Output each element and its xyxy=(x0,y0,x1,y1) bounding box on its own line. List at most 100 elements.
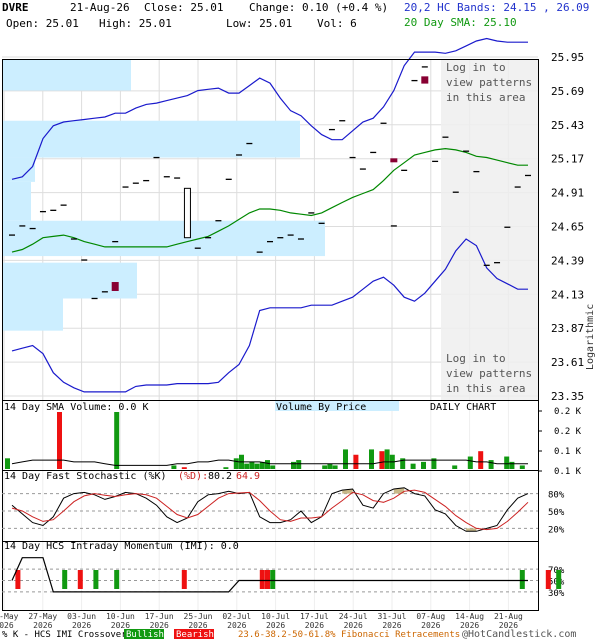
x-tick-year: 2026 xyxy=(421,621,440,630)
volume-bar xyxy=(369,449,374,469)
bullish-crossover-bar xyxy=(62,570,68,589)
hc-bands: 20,2 HC Bands: 24.15 , 26.09 xyxy=(404,1,590,14)
x-tick-date: 20-May xyxy=(0,612,19,621)
vbp-bar xyxy=(3,298,63,331)
volume-tick-label: 0.1 K xyxy=(554,447,582,457)
login-bottom-line-1: Log in to xyxy=(446,352,506,365)
stoch-title: 14 Day Fast Stochastic (%K) xyxy=(4,471,167,482)
stoch-tick-label: 50% xyxy=(548,508,565,518)
stoch-tick-label: 80% xyxy=(548,491,565,501)
imi-tick-label: 30% xyxy=(548,589,565,599)
volume-bar xyxy=(343,449,348,469)
x-tick-date: 02-Jul xyxy=(222,612,251,621)
x-tick-year: 2026 xyxy=(460,621,479,630)
bearish-crossover-bar xyxy=(15,570,21,589)
vbp-bar xyxy=(3,220,325,257)
x-tick-year: 2026 xyxy=(227,621,246,630)
login-top-line-3: in this area xyxy=(446,91,525,104)
volume-bar xyxy=(410,463,416,469)
x-tick-year: 2026 xyxy=(72,621,91,630)
volume-bar xyxy=(270,465,276,469)
volume-bar xyxy=(265,460,270,469)
bullish-crossover-bar xyxy=(270,570,276,589)
stochastic-panel: 14 Day Fast Stochastic (%K) (%D): 80.2 6… xyxy=(4,471,260,482)
bearish-label: Bearish xyxy=(176,630,214,640)
login-bottom-line-2: view patterns xyxy=(446,367,532,380)
bullish-crossover-bar xyxy=(556,570,562,589)
candle xyxy=(111,282,119,291)
bearish-crossover-bar xyxy=(265,570,270,589)
x-tick-year: 2026 xyxy=(111,621,130,630)
x-tick-year: 2026 xyxy=(305,621,324,630)
x-tick-date: 10-Jun xyxy=(106,612,135,621)
volume-by-price-bars xyxy=(3,60,325,331)
high-value: High: 25.01 xyxy=(99,17,172,30)
volume-tick-label: 0.2 K xyxy=(554,407,582,417)
price-tick-label: 24.91 xyxy=(551,187,584,200)
x-tick-date: 07-Aug xyxy=(416,612,445,621)
x-tick-date: 27-May xyxy=(28,612,57,621)
copyright-label: @HotCandlestick.com xyxy=(462,629,576,640)
sma-value: 20 Day SMA: 25.10 xyxy=(404,16,517,29)
volume-bar xyxy=(467,456,473,469)
vbp-bar xyxy=(3,120,300,158)
volume-bar xyxy=(171,465,177,469)
crossover-legend: % K - HCS IMI Crossover, xyxy=(2,630,132,640)
imi-panel: 14 Day HCS Intraday Momentum (IMI): 0.0 xyxy=(4,541,239,552)
volume-bar xyxy=(249,461,255,469)
x-tick-date: 17-Jun xyxy=(145,612,174,621)
price-tick-label: 23.35 xyxy=(551,390,584,403)
bullish-crossover-bar xyxy=(93,570,99,589)
volume-bar xyxy=(291,461,296,469)
volume-bar xyxy=(296,460,302,469)
price-tick-label: 24.13 xyxy=(551,288,584,301)
volume-bar xyxy=(114,412,120,469)
volume-bar xyxy=(332,465,338,469)
vbp-bar xyxy=(3,262,137,299)
volume-bar xyxy=(223,467,229,469)
bearish-crossover-bar xyxy=(77,570,83,589)
price-tick-label: 25.95 xyxy=(551,51,584,64)
volume-bar xyxy=(233,458,239,469)
x-axis-labels: 20-May202627-May202603-Jun202610-Jun2026… xyxy=(0,612,523,630)
volume-bar xyxy=(478,451,484,469)
volume-bar xyxy=(488,460,494,469)
x-tick-date: 14-Aug xyxy=(455,612,484,621)
login-bottom-line-3: in this area xyxy=(446,382,525,395)
login-top-line-2: view patterns xyxy=(446,76,532,89)
vbp-bar xyxy=(3,181,31,221)
bullish-crossover-bar xyxy=(114,570,120,589)
volume-bar xyxy=(327,463,333,469)
candle xyxy=(183,187,191,239)
volume-bar xyxy=(353,454,359,469)
x-tick-year: 2026 xyxy=(0,621,14,630)
x-tick-year: 2026 xyxy=(150,621,169,630)
price-tick-label: 23.61 xyxy=(551,356,584,369)
x-tick-date: 24-Jul xyxy=(339,612,368,621)
close-value: Close: 25.01 xyxy=(144,1,224,14)
volume-bar xyxy=(509,461,515,469)
volume-bars: 0.2 K 0.2 K 0.1 K 0.1 K xyxy=(5,407,582,477)
price-tick-label: 23.87 xyxy=(551,322,584,335)
x-tick-year: 2026 xyxy=(382,621,401,630)
volume-by-price-label: Volume By Price xyxy=(276,402,366,413)
volume-bar xyxy=(5,458,10,469)
bullish-label: Bullish xyxy=(126,630,164,640)
price-tick-label: 24.65 xyxy=(551,221,584,234)
login-top-line-1: Log in to xyxy=(446,61,506,74)
volume-bar xyxy=(421,461,426,469)
bearish-crossover-bar xyxy=(259,570,265,589)
stoch-d-value: 64.9 xyxy=(236,471,260,482)
volume-bar xyxy=(322,465,328,469)
x-tick-year: 2026 xyxy=(188,621,207,630)
volume-bar xyxy=(244,463,250,469)
daily-chart-label: DAILY CHART xyxy=(430,402,496,413)
price-tick-label: 25.17 xyxy=(551,153,584,166)
volume-bar xyxy=(379,451,385,469)
stoch-d-title: (%D): xyxy=(178,471,208,482)
volume-bar xyxy=(519,465,525,469)
x-tick-year: 2026 xyxy=(344,621,363,630)
stochastic-lines: 80% 50% 20% xyxy=(2,487,565,535)
pattern-shaded-area xyxy=(441,59,538,400)
bullish-crossover-bar xyxy=(519,570,525,589)
